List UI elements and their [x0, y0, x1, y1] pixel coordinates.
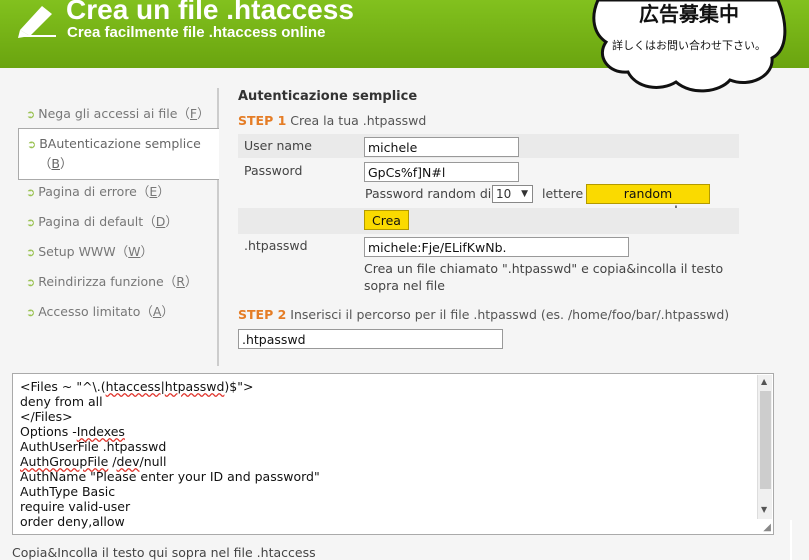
vertical-scrollbar[interactable]: ▲ ▼ — [757, 375, 772, 519]
arrow-right-icon: ➲ — [26, 216, 36, 229]
chevron-down-icon: ▼ — [521, 189, 528, 199]
random-length-select[interactable]: 10 ▼ — [492, 185, 533, 203]
scroll-up-icon[interactable]: ▲ — [761, 377, 767, 386]
htpasswd-label: .htpasswd — [244, 238, 308, 253]
step2-line: STEP 2 Inserisci il percorso per il file… — [238, 307, 729, 322]
code-line: AuthName "Please enter your ID and passw… — [20, 469, 320, 484]
sidebar-item-key: D — [155, 214, 166, 229]
resize-grip-icon[interactable]: ◢ — [763, 522, 771, 533]
sidebar-item-label: Setup WWW — [38, 244, 116, 259]
sidebar-item-label: Reindirizza funzione — [38, 274, 164, 289]
password-label: Password — [244, 163, 303, 178]
random-suffix: lettere — [542, 186, 584, 201]
code-line: AuthType Basic — [20, 484, 116, 499]
username-label: User name — [244, 138, 312, 153]
scroll-down-icon[interactable]: ▼ — [761, 505, 767, 514]
random-length-value: 10 — [496, 187, 512, 201]
arrow-right-icon: ➲ — [27, 138, 37, 151]
htaccess-code: <Files ~ "^\.(htaccess|htpasswd)$"> deny … — [20, 379, 320, 529]
text-cursor — [790, 520, 792, 560]
htaccess-output-textarea[interactable]: <Files ~ "^\.(htaccess|htpasswd)$"> deny … — [12, 373, 774, 535]
step1-label: STEP 1 — [238, 113, 287, 128]
sidebar-item-key: F — [189, 106, 198, 121]
code-line: Options -Indexes — [20, 424, 125, 439]
code-line: order deny,allow — [20, 514, 125, 529]
section-title: Autenticazione semplice — [238, 89, 418, 104]
create-row — [238, 208, 739, 234]
sidebar-item-label: BAutenticazione semplice — [39, 136, 201, 151]
code-line: </Files> — [20, 409, 73, 424]
random-prefix: Password random di — [365, 186, 492, 201]
sidebar-item-key: A — [152, 304, 162, 319]
sidebar-item-label: Accesso limitato — [38, 304, 141, 319]
sidebar-item-key: B — [51, 156, 60, 171]
scrollbar-thumb[interactable] — [760, 391, 771, 489]
password-input[interactable] — [364, 162, 519, 182]
step1-text: Crea la tua .htpasswd — [290, 113, 427, 128]
sidebar-item-error-page[interactable]: ➲ Pagina di errore（E） — [26, 182, 216, 202]
sidebar-item-limited-access[interactable]: ➲ Accesso limitato（A） — [26, 302, 216, 322]
ad-title: 広告募集中 — [639, 2, 739, 26]
sidebar-item-key: R — [176, 274, 185, 289]
sidebar-item-default-page[interactable]: ➲ Pagina di default（D） — [26, 212, 216, 232]
code-line: deny from all — [20, 394, 103, 409]
htpasswd-note: Crea un file chiamato ".htpasswd" e copi… — [364, 261, 724, 293]
random-password-button[interactable]: random password — [586, 184, 710, 218]
arrow-right-icon: ➲ — [26, 306, 36, 319]
footer-note: Copia&Incolla il testo qui sopra nel fil… — [12, 545, 316, 560]
ad-subtitle: 詳しくはお問い合わせ下さい。 — [612, 39, 766, 52]
arrow-right-icon: ➲ — [26, 246, 36, 259]
sidebar-item-setup-www[interactable]: ➲ Setup WWW（W） — [26, 242, 216, 262]
arrow-right-icon: ➲ — [26, 276, 36, 289]
htpasswd-path-input[interactable] — [238, 329, 503, 349]
arrow-right-icon: ➲ — [26, 186, 36, 199]
sidebar-item-basic-auth[interactable]: ➲ BAutenticazione semplice （B） — [18, 128, 219, 180]
site-subtitle: Crea facilmente file .htaccess online — [67, 24, 326, 41]
sidebar-item-deny[interactable]: ➲ Nega gli accessi ai file（F） — [26, 104, 216, 124]
sidebar-item-label: Pagina di errore — [38, 184, 137, 199]
code-line: AuthGroupFile /dev/null — [20, 454, 167, 469]
step2-text: Inserisci il percorso per il file .htpas… — [290, 307, 730, 322]
step1-line: STEP 1 Crea la tua .htpasswd — [238, 113, 426, 128]
username-input[interactable] — [364, 137, 519, 157]
code-line: <Files ~ "^\.(htaccess|htpasswd)$"> — [20, 379, 254, 394]
create-button[interactable]: Crea — [364, 210, 409, 230]
htpasswd-output[interactable] — [364, 237, 629, 257]
pencil-icon — [18, 6, 56, 38]
sidebar-item-key: W — [128, 244, 141, 259]
arrow-right-icon: ➲ — [26, 108, 36, 121]
step2-label: STEP 2 — [238, 307, 287, 322]
sidebar-item-label: Nega gli accessi ai file — [38, 106, 178, 121]
sidebar-item-key: E — [149, 184, 158, 199]
code-line: AuthUserFile .htpasswd — [20, 439, 167, 454]
sidebar-item-redirect[interactable]: ➲ Reindirizza funzione（R） — [26, 272, 216, 292]
sidebar-item-label: Pagina di default — [38, 214, 144, 229]
code-line: require valid-user — [20, 499, 131, 514]
